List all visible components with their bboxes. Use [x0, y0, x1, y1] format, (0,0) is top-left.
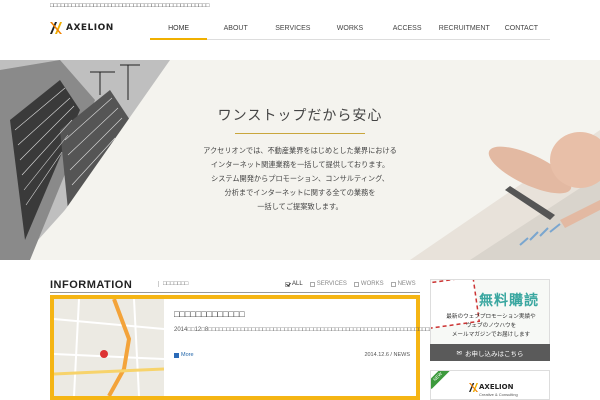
information-heading: INFORMATION: [50, 279, 133, 291]
hero-line: インターネット関連業務を一括して提供しております。: [210, 160, 390, 169]
information-divider: [50, 292, 420, 293]
hero-divider: [235, 133, 365, 134]
hero-body: アクセリオンでは、不動産業界をはじめとした業界における インターネット関連業務を…: [180, 144, 420, 214]
filter-all[interactable]: ALL: [285, 281, 303, 287]
hero-content: ワンストップだから安心 アクセリオンでは、不動産業界をはじめとした業界における …: [180, 105, 420, 214]
checkbox-icon: [353, 281, 359, 287]
news-title[interactable]: □□□□□□□□□□□□□: [174, 309, 245, 319]
filter-works[interactable]: WORKS: [353, 281, 384, 287]
checkbox-icon: [285, 281, 290, 287]
nav-services[interactable]: SERVICES: [264, 20, 322, 40]
newsletter-title: 無料購読: [479, 292, 539, 308]
filter-label: SERVICES: [316, 281, 347, 287]
filter-services[interactable]: SERVICES: [309, 281, 347, 287]
logo-mark-icon: [469, 383, 478, 392]
new-badge: NEW: [431, 371, 451, 390]
newsletter-signup-button[interactable]: ✉ お申し込みはこちら: [430, 344, 550, 361]
logo-mark-icon: [50, 22, 62, 34]
axelion-banner[interactable]: NEW AXELION Creative & Consulting: [430, 370, 550, 400]
hero-line: システム開発からプロモーション、コンサルティング、: [211, 174, 389, 183]
news-date: 2014.12.6 / NEWS: [364, 352, 410, 358]
nav-recruitment[interactable]: RECRUITMENT: [435, 20, 493, 40]
news-more-label: More: [181, 352, 194, 358]
filter-label: WORKS: [360, 281, 384, 287]
more-arrow-icon: [174, 352, 179, 358]
newsletter-line: メールマガジンでお届けします: [451, 332, 531, 338]
information-subheading: □□□□□□□: [158, 281, 188, 287]
envelope-icon: ✉: [456, 349, 462, 357]
hero-hands-image: [410, 130, 600, 260]
hero-line: アクセリオンでは、不動産業界をはじめとした業界における: [203, 146, 397, 155]
nav-access[interactable]: ACCESS: [378, 20, 436, 40]
newsletter-body: 最新のウェブプロモーション実績や ウェブのノウハウを メールマガジンでお届けしま…: [435, 313, 547, 340]
newsletter-line: ウェブのノウハウを: [465, 323, 517, 329]
checkbox-icon: [309, 281, 315, 287]
nav-home[interactable]: HOME: [150, 20, 208, 40]
signup-label: お申し込みはこちら: [464, 350, 524, 358]
hero-title: ワンストップだから安心: [217, 108, 383, 124]
map-thumbnail: [54, 299, 164, 396]
logo-text: AXELION: [66, 23, 114, 33]
nav-contact[interactable]: CONTACT: [492, 20, 550, 40]
banner-logo-text: AXELION: [479, 383, 514, 391]
banner-logo-sub: Creative & Consulting: [479, 392, 518, 397]
nav-works[interactable]: WORKS: [321, 20, 379, 40]
news-filters: ALL SERVICES WORKS NEWS: [285, 281, 416, 287]
nav-about[interactable]: ABOUT: [207, 20, 265, 40]
main-nav: HOME ABOUT SERVICES WORKS ACCESS RECRUIT…: [150, 20, 550, 40]
filter-label: NEWS: [397, 281, 416, 287]
header-tagline: □□□□□□□□□□□□□□□□□□□□□□□□□□□□□□□□□□□□□□□□…: [50, 3, 210, 9]
site-logo[interactable]: AXELION: [50, 22, 114, 34]
hero-line: 分析までインターネットに関する全ての業務を: [224, 188, 376, 197]
news-more-link[interactable]: More: [174, 352, 194, 358]
news-card[interactable]: □□□□□□□□□□□□□ 2014□□12□8□□□□□□□□□□□□□□□□…: [50, 295, 504, 400]
newsletter-line: 最新のウェブプロモーション実績や: [446, 314, 536, 320]
hero-city-image: [0, 60, 200, 260]
filter-news[interactable]: NEWS: [390, 281, 416, 287]
hero-slider: ワンストップだから安心 アクセリオンでは、不動産業界をはじめとした業界における …: [0, 60, 600, 260]
checkbox-icon: [390, 281, 396, 287]
hero-line: 一括してご提案致します。: [257, 202, 343, 211]
news-body: 2014□□12□8□□□□□□□□□□□□□□□□□□□□□□□□□□□□□□…: [174, 327, 504, 333]
filter-label: ALL: [292, 281, 303, 287]
